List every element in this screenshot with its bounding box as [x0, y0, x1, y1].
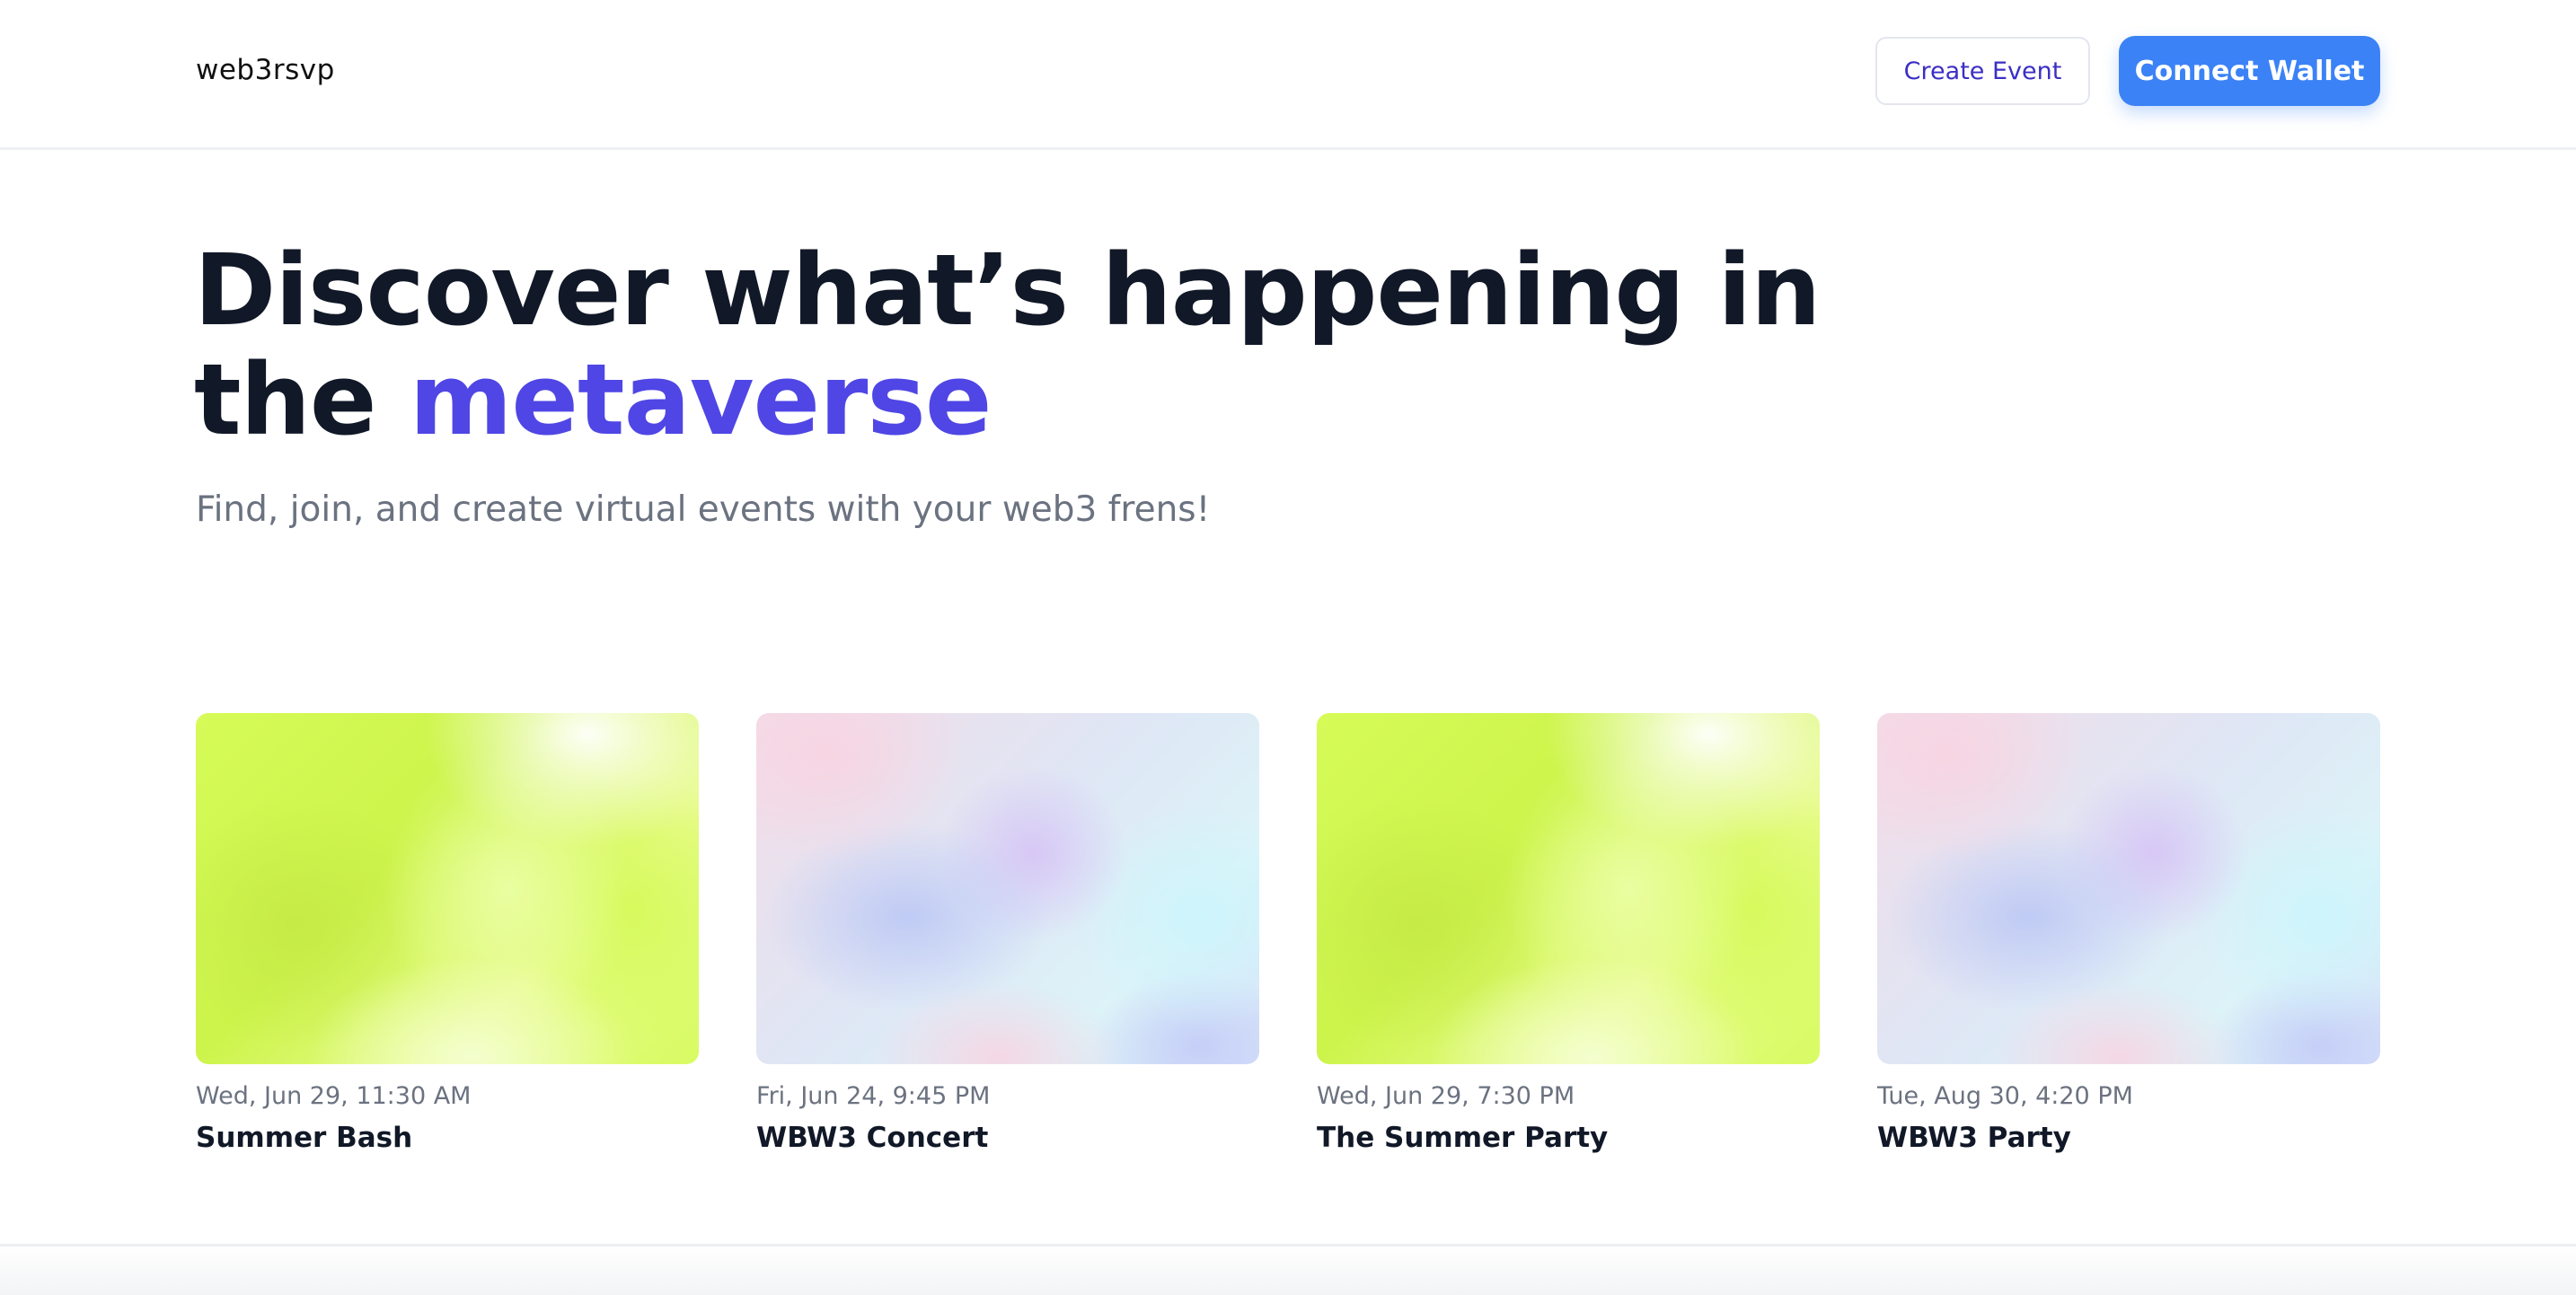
event-date: Tue, Aug 30, 4:20 PM [1877, 1082, 2133, 1110]
event-date: Wed, Jun 29, 7:30 PM [1317, 1082, 1575, 1110]
event-card-grid: Wed, Jun 29, 11:30 AM Summer Bash Fri, J… [196, 713, 2380, 1162]
event-cover-image[interactable] [1317, 713, 1820, 1064]
site-logo[interactable]: web3rsvp [196, 54, 335, 86]
event-card[interactable]: Wed, Jun 29, 11:30 AM Summer Bash [196, 713, 699, 1155]
event-title[interactable]: WBW3 Concert [756, 1121, 1259, 1155]
event-title[interactable]: Summer Bash [196, 1121, 699, 1155]
connect-wallet-button[interactable]: Connect Wallet [2119, 36, 2380, 106]
event-title[interactable]: WBW3 Party [1877, 1121, 2380, 1155]
hero-heading: Discover what’s happening in the metavers… [194, 235, 1990, 454]
event-date: Wed, Jun 29, 11:30 AM [196, 1082, 472, 1110]
hero-heading-line-2-prefix: the [194, 342, 410, 457]
event-cover-image[interactable] [1877, 713, 2380, 1064]
create-event-button[interactable]: Create Event [1875, 37, 2090, 105]
event-cover-image[interactable] [196, 713, 699, 1064]
event-date: Fri, Jun 24, 9:45 PM [756, 1082, 991, 1110]
event-cover-image[interactable] [756, 713, 1259, 1064]
event-title[interactable]: The Summer Party [1317, 1121, 1820, 1155]
hero-heading-line-1: Discover what’s happening in [194, 233, 1821, 348]
event-card[interactable]: Fri, Jun 24, 9:45 PM WBW3 Concert [756, 713, 1259, 1155]
event-card[interactable]: Tue, Aug 30, 4:20 PM WBW3 Party [1877, 713, 2380, 1155]
hero-subtitle: Find, join, and create virtual events wi… [196, 489, 1211, 530]
footer-divider [0, 1244, 2576, 1295]
event-card[interactable]: Wed, Jun 29, 7:30 PM The Summer Party [1317, 713, 1820, 1155]
hero-heading-accent: metaverse [409, 342, 992, 457]
top-navigation-bar: web3rsvp Create Event Connect Wallet [0, 0, 2576, 150]
